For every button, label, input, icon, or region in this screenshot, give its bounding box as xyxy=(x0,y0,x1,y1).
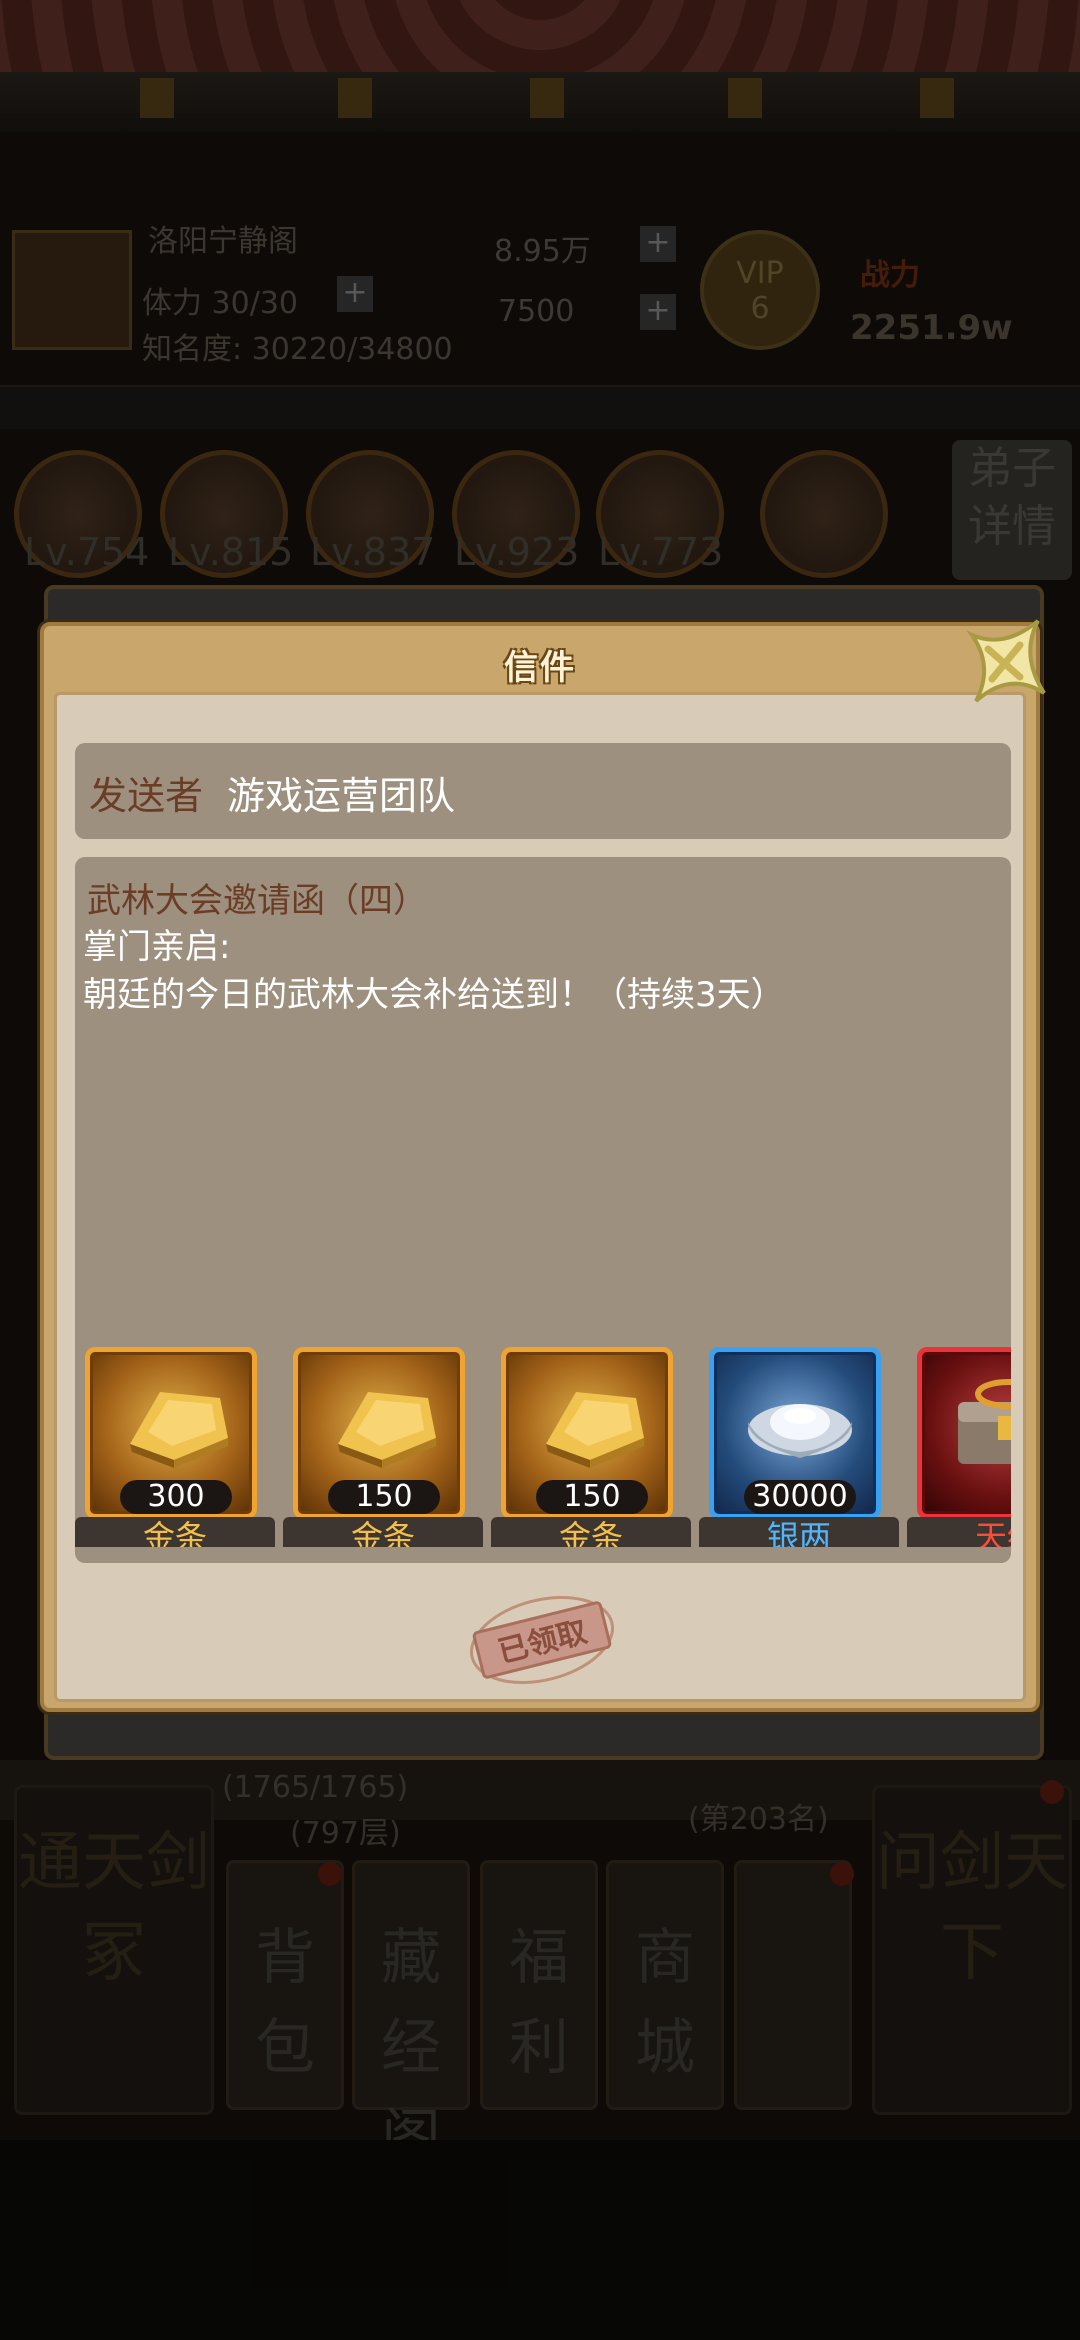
reward-name: 金条 xyxy=(283,1517,483,1547)
reward-item[interactable]: 150 金条 xyxy=(491,1347,695,1547)
gold-bar-icon xyxy=(130,1392,228,1468)
sender-row: 发送者 游戏运营团队 xyxy=(75,743,1011,839)
gold-bar-icon xyxy=(338,1392,436,1468)
mail-dialog: 信件 发送者 游戏运营团队 武林大会邀请函（四） 掌门亲启: 朝廷的今日的武林大… xyxy=(40,622,1040,1712)
reward-count: 30000 xyxy=(744,1480,856,1514)
reward-count: 150 xyxy=(328,1480,440,1514)
reward-name: 银两 xyxy=(699,1517,899,1547)
claimed-stamp: 已领取 xyxy=(469,1595,615,1685)
reward-frame: 30000 xyxy=(709,1347,881,1519)
reward-count: 300 xyxy=(120,1480,232,1514)
reward-list[interactable]: 300 金条 150 金条 150 金条 30000 银两 天 xyxy=(75,1347,1011,1547)
reward-item[interactable]: 30000 银两 xyxy=(699,1347,903,1547)
sender-name: 游戏运营团队 xyxy=(227,774,456,818)
sender-label: 发送者 xyxy=(89,774,204,818)
silver-ingot-icon xyxy=(748,1404,852,1458)
reward-name: 金条 xyxy=(75,1517,275,1547)
mail-greeting: 掌门亲启: xyxy=(83,927,231,967)
reward-frame xyxy=(917,1347,1011,1519)
mail-subject: 武林大会邀请函（四） xyxy=(87,881,427,921)
gold-bar-icon xyxy=(546,1392,644,1468)
mail-body: 武林大会邀请函（四） 掌门亲启: 朝廷的今日的武林大会补给送到！（持续3天） 3… xyxy=(75,857,1011,1563)
game-screen: { "background": { "location_name": "洛阳宁静… xyxy=(0,0,1080,2340)
mail-message: 朝廷的今日的武林大会补给送到！（持续3天） xyxy=(83,975,785,1015)
reward-name: 天绝 xyxy=(907,1517,1011,1547)
reward-name: 金条 xyxy=(491,1517,691,1547)
dialog-title: 信件 xyxy=(504,648,576,688)
reward-count: 150 xyxy=(536,1480,648,1514)
reward-frame: 300 xyxy=(85,1347,257,1519)
reward-item[interactable]: 天绝 xyxy=(907,1347,1011,1547)
close-icon[interactable] xyxy=(958,615,1050,707)
dialog-content: 发送者 游戏运营团队 武林大会邀请函（四） 掌门亲启: 朝廷的今日的武林大会补给… xyxy=(54,692,1026,1702)
reward-item[interactable]: 150 金条 xyxy=(283,1347,487,1547)
treasure-chest-icon xyxy=(958,1379,1011,1464)
reward-frame: 150 xyxy=(293,1347,465,1519)
reward-item[interactable]: 300 金条 xyxy=(75,1347,279,1547)
reward-frame: 150 xyxy=(501,1347,673,1519)
